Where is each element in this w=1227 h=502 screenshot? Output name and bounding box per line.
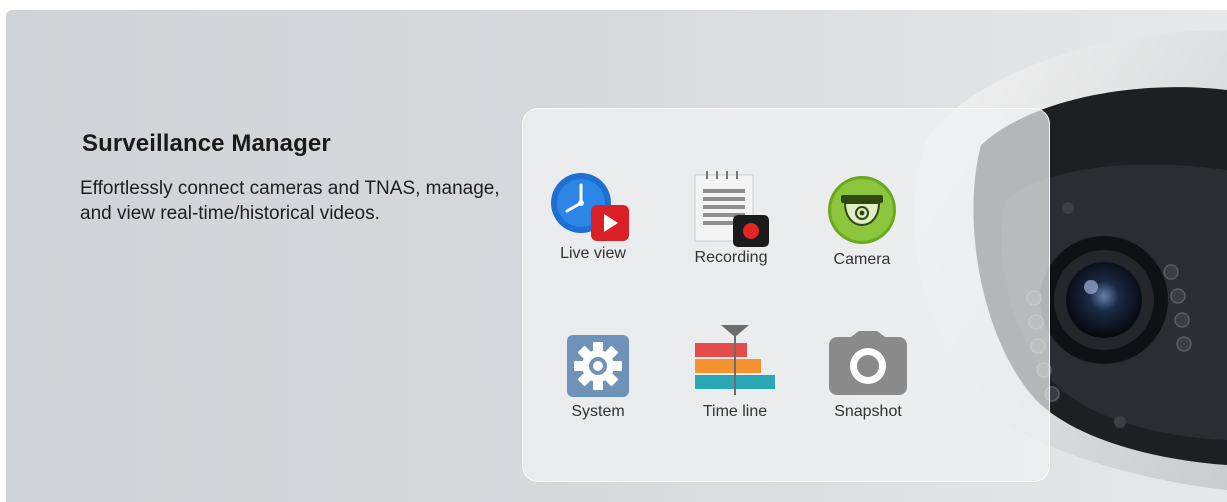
page-description: Effortlessly connect cameras and TNAS, m…	[80, 178, 500, 224]
recording-icon	[694, 171, 769, 247]
app-panel: Live view Recording Camera System Time l…	[522, 108, 1050, 482]
app-label: System	[571, 403, 625, 420]
live-view-icon	[551, 173, 629, 241]
app-time-line[interactable]: Time line	[693, 325, 793, 425]
snapshot-camera-icon	[829, 331, 907, 395]
page-title: Surveillance Manager	[82, 130, 331, 157]
app-label: Camera	[833, 251, 891, 268]
app-recording[interactable]: Recording	[693, 169, 793, 269]
app-label: Snapshot	[834, 403, 902, 420]
system-gear-icon	[567, 335, 629, 397]
app-snapshot[interactable]: Snapshot	[829, 331, 929, 431]
app-system[interactable]: System	[567, 335, 667, 435]
timeline-icon	[695, 325, 775, 395]
camera-dome-icon	[828, 176, 896, 244]
app-live-view[interactable]: Live view	[551, 171, 651, 271]
hero-banner: Surveillance Manager Effortlessly connec…	[6, 10, 1227, 502]
app-label: Live view	[560, 245, 626, 262]
app-camera[interactable]: Camera	[827, 175, 927, 275]
